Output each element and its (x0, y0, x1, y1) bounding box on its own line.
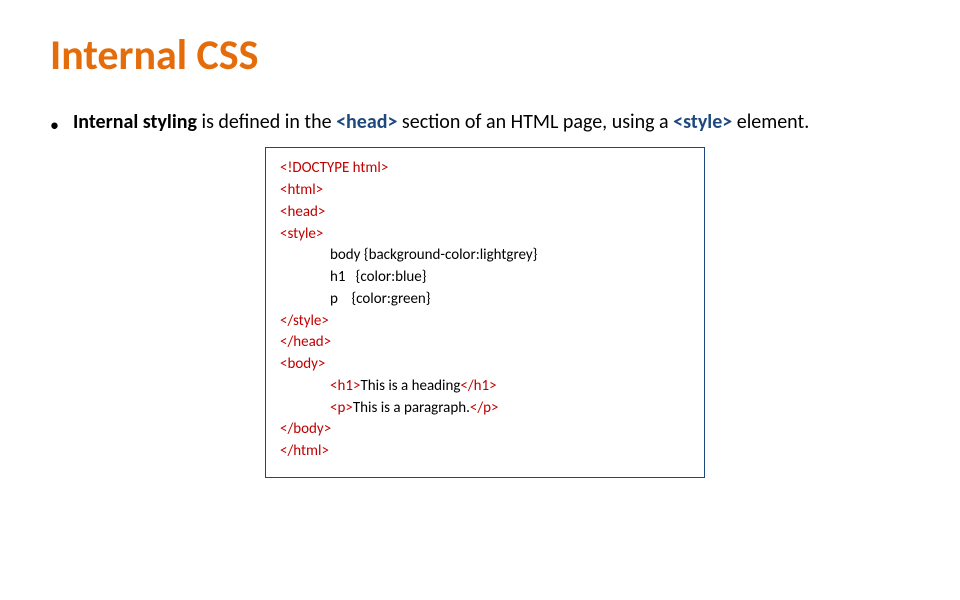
bullet-item: • Internal styling is defined in the <he… (50, 109, 910, 137)
code-line: <head> (280, 202, 690, 224)
head-tag: <head> (336, 110, 397, 134)
code-line: <style> (280, 224, 690, 246)
code-line: <p>This is a paragraph.</p> (280, 398, 690, 420)
code-line: <!DOCTYPE html> (280, 158, 690, 180)
code-text: This is a heading (360, 377, 460, 395)
code-tag-open: <p> (330, 399, 353, 417)
code-tag-open: <h1> (330, 377, 360, 395)
code-text: This is a paragraph. (353, 399, 470, 417)
bullet-t1: is defined in the (197, 110, 336, 134)
code-example-box: <!DOCTYPE html> <html> <head> <style> bo… (265, 147, 705, 478)
bullet-t3: element. (732, 110, 809, 134)
style-tag: <style> (673, 110, 732, 134)
code-line: <body> (280, 354, 690, 376)
code-tag-close: </h1> (460, 377, 496, 395)
code-line: </html> (280, 441, 690, 463)
code-line: </style> (280, 311, 690, 333)
slide-title: Internal CSS (50, 30, 910, 81)
code-line: p {color:green} (280, 289, 690, 311)
code-line: </body> (280, 419, 690, 441)
code-line: body {background-color:lightgrey} (280, 245, 690, 267)
code-tag-close: </p> (470, 399, 499, 417)
bullet-t2: section of an HTML page, using a (397, 110, 673, 134)
code-line: <html> (280, 180, 690, 202)
bullet-text: Internal styling is defined in the <head… (73, 109, 809, 136)
bullet-icon: • (50, 113, 59, 137)
bullet-lead: Internal styling (73, 110, 197, 134)
code-line: </head> (280, 332, 690, 354)
code-line: <h1>This is a heading</h1> (280, 376, 690, 398)
code-line: h1 {color:blue} (280, 267, 690, 289)
